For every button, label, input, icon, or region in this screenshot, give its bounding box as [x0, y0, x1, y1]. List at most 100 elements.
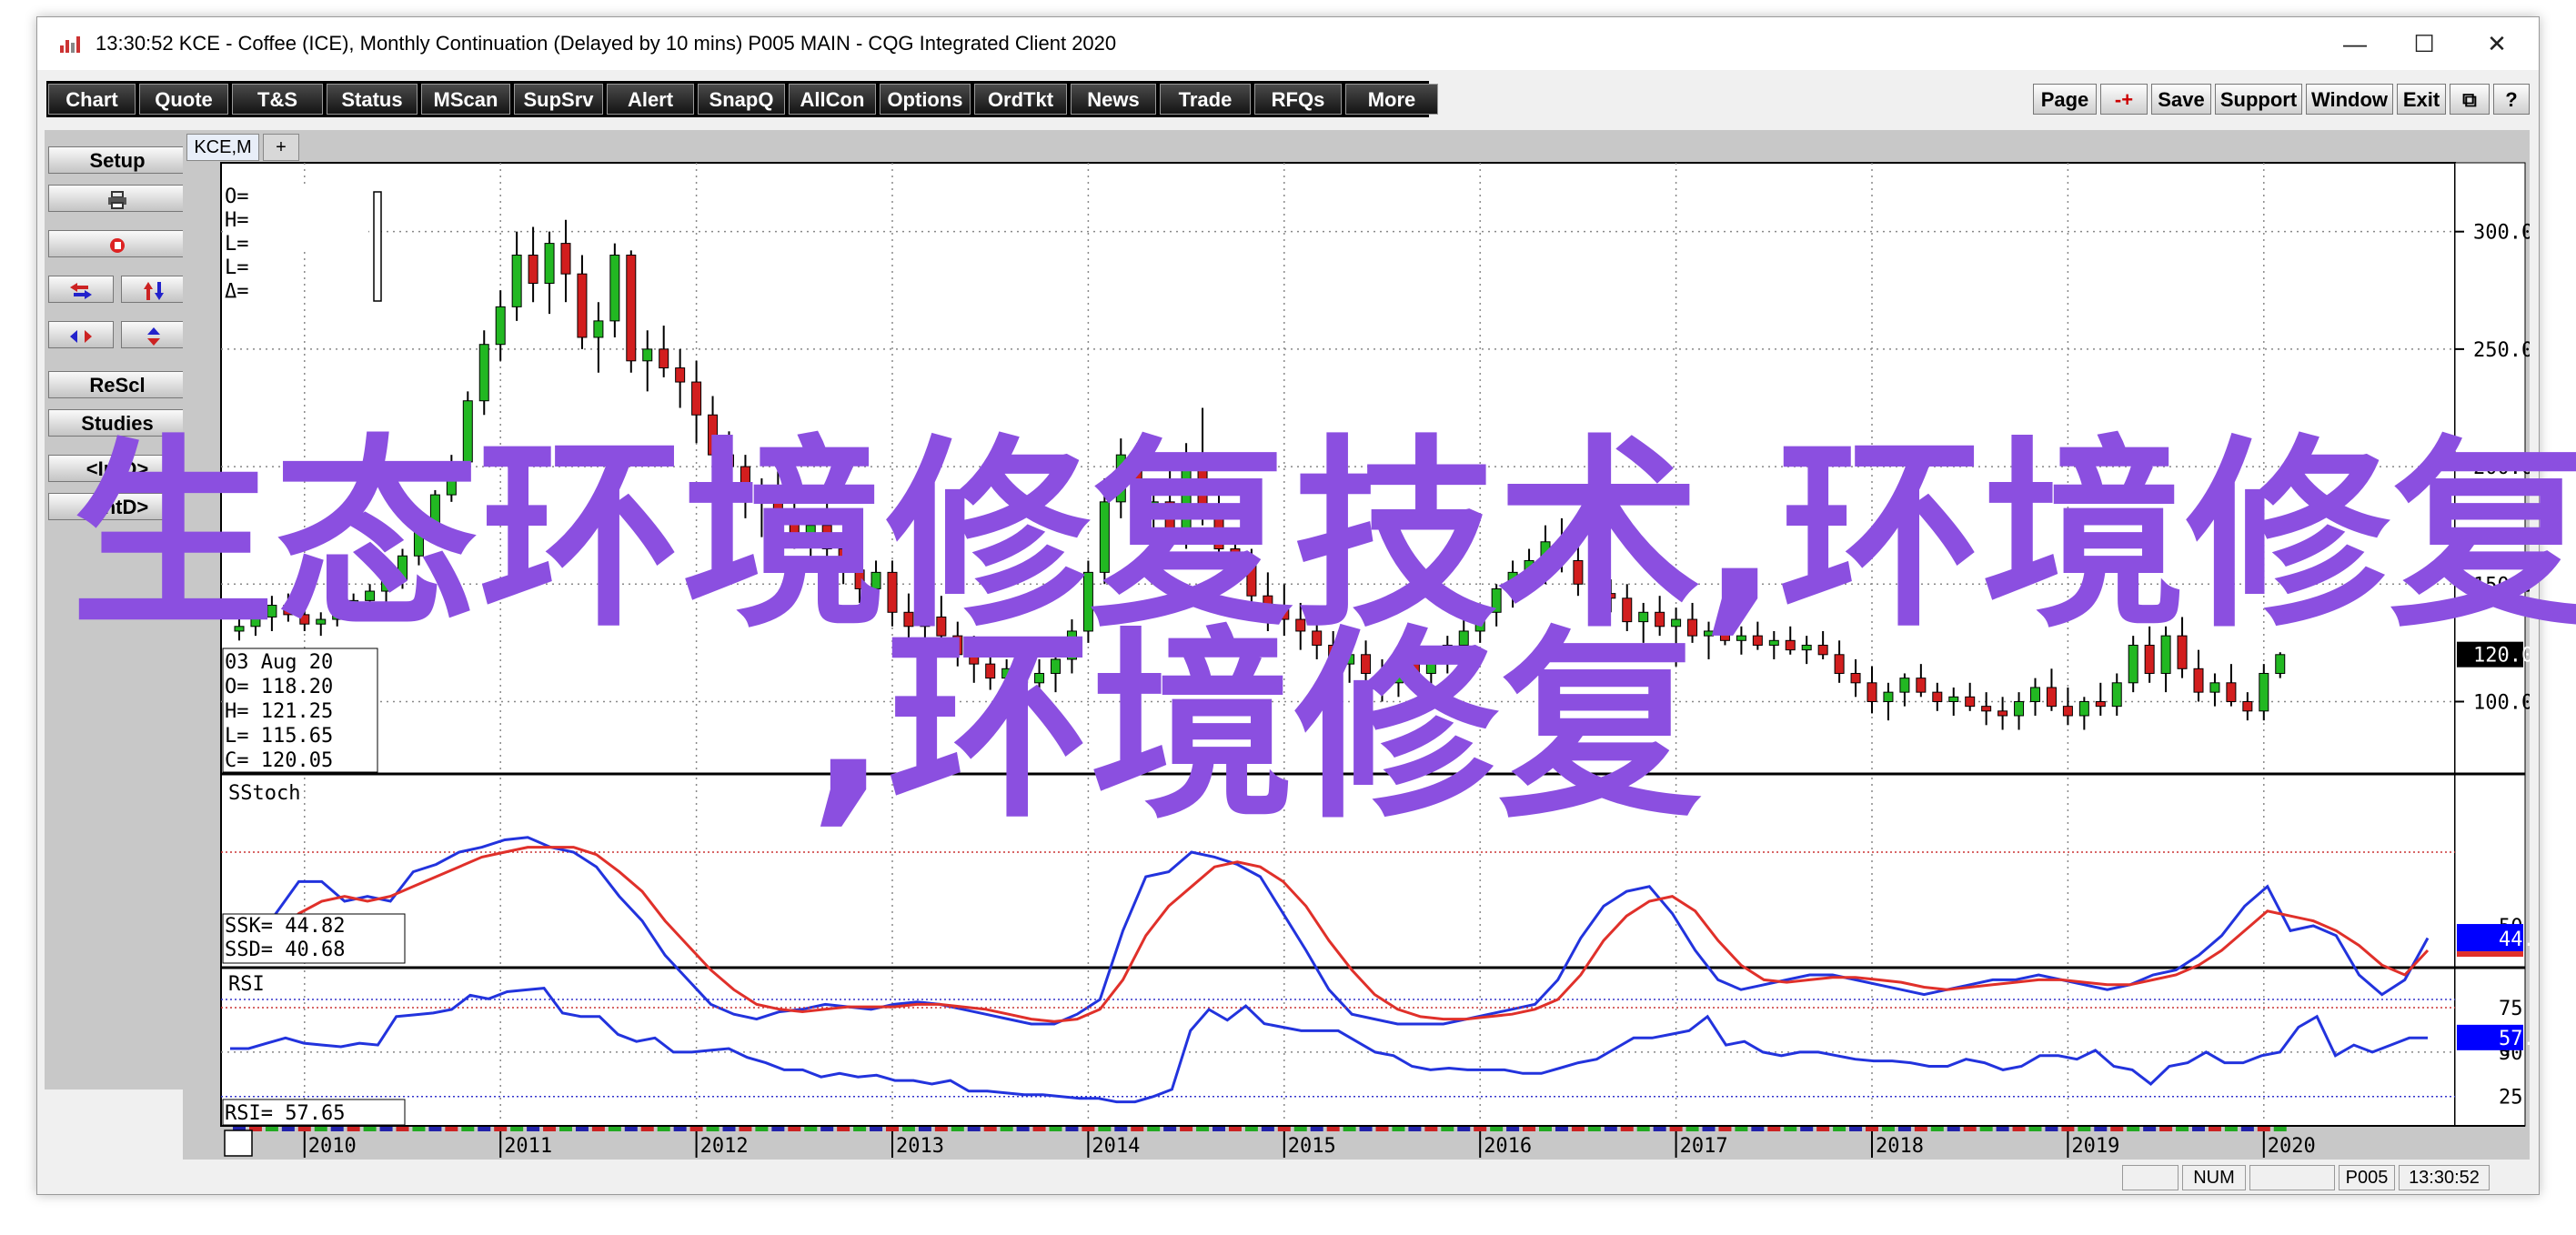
date-strip-mark	[853, 1127, 867, 1131]
scroll-up-down-button[interactable]	[121, 276, 186, 303]
candle-body	[1899, 678, 1910, 693]
candle-body	[2177, 635, 2188, 669]
candle-body	[1115, 454, 1126, 503]
x-tick-label-2013: 2013	[896, 1135, 944, 1158]
date-strip-mark	[1653, 1127, 1666, 1131]
date-strip-mark	[1408, 1127, 1422, 1131]
date-strip-mark	[297, 1127, 311, 1131]
candle-body	[691, 381, 702, 416]
date-strip-mark	[870, 1127, 883, 1131]
menu-ordtkt[interactable]: OrdTkt	[974, 84, 1067, 115]
date-strip-mark	[347, 1127, 360, 1131]
date-strip-mark	[1474, 1127, 1487, 1131]
date-strip-mark	[608, 1127, 621, 1131]
last-price-label: 120.05	[2473, 645, 2530, 668]
menu-more[interactable]: More	[1345, 84, 1438, 115]
candle-body	[1474, 611, 1485, 632]
menu-trade[interactable]: Trade	[1160, 84, 1251, 115]
intd-next-button[interactable]: <IntD>	[48, 493, 186, 520]
date-strip-mark	[412, 1127, 426, 1131]
menu-supsrv[interactable]: SupSrv	[514, 84, 603, 115]
menu-extra-1[interactable]: -+	[2100, 84, 2148, 115]
candle-body	[1099, 501, 1110, 573]
candle-body	[2160, 635, 2171, 674]
date-strip-mark	[1375, 1127, 1389, 1131]
menu-save[interactable]: Save	[2151, 84, 2211, 115]
minimize-button[interactable]: —	[2333, 25, 2377, 63]
x-tick-label-2018: 2018	[1876, 1135, 1924, 1158]
date-strip-mark	[330, 1127, 344, 1131]
menu-status[interactable]: Status	[327, 84, 418, 115]
zoom-vertical-button[interactable]	[121, 321, 186, 348]
date-strip-mark	[1947, 1127, 1960, 1131]
date-strip-mark	[2257, 1127, 2270, 1131]
chart-canvas[interactable]: 2010 2011 2012 2013 2014 2015 2016 2017 2018 2019…	[183, 130, 2530, 1160]
bar-info-line: C= 120.05	[225, 749, 333, 772]
zoom-horizontal-button[interactable]	[48, 321, 114, 348]
menu-alert[interactable]: Alert	[607, 84, 694, 115]
rsi-readout-line: RSI= 57.65	[225, 1102, 345, 1125]
candle-body	[609, 255, 620, 322]
menu-quote[interactable]: Quote	[139, 84, 228, 115]
candle-body	[2078, 700, 2089, 717]
candle-body	[1638, 611, 1649, 623]
menu-snapq[interactable]: SnapQ	[698, 84, 785, 115]
candle-body	[2226, 682, 2237, 702]
date-strip-mark	[1293, 1127, 1307, 1131]
candle-body	[1213, 513, 1224, 550]
candle-body	[626, 255, 637, 362]
date-strip-mark	[1392, 1127, 1405, 1131]
candle-body	[1344, 654, 1355, 665]
date-strip-mark	[983, 1127, 997, 1131]
date-strip-mark	[1767, 1127, 1781, 1131]
candle-body	[870, 571, 881, 589]
candle-body	[1752, 635, 1763, 646]
date-strip-mark	[1457, 1127, 1471, 1131]
record-button[interactable]	[48, 230, 186, 257]
date-strip-mark	[2045, 1127, 2058, 1131]
date-strip-mark	[2192, 1127, 2205, 1131]
candle-body	[1082, 571, 1093, 632]
close-button[interactable]: ✕	[2475, 25, 2519, 63]
date-strip-mark	[1604, 1127, 1617, 1131]
cursor-box-line: L=	[225, 256, 249, 279]
menu-exit[interactable]: Exit	[2397, 84, 2446, 115]
candle-body	[1051, 658, 1061, 674]
candle-body	[1850, 672, 1861, 684]
date-strip-mark	[1555, 1127, 1568, 1131]
date-strip-mark	[640, 1127, 654, 1131]
candle-body	[1034, 672, 1045, 684]
bar-info-line: O= 118.20	[225, 676, 333, 698]
date-strip-mark	[2127, 1127, 2140, 1131]
menu-rfqs[interactable]: RFQs	[1254, 84, 1342, 115]
menu-extra-7[interactable]: ?	[2493, 84, 2530, 115]
print-button[interactable]	[48, 185, 186, 212]
date-strip-mark	[1866, 1127, 1878, 1131]
menu-options[interactable]: Options	[880, 84, 971, 115]
menu-allcon[interactable]: AllCon	[789, 84, 876, 115]
menu-mscan[interactable]: MScan	[421, 84, 510, 115]
menu-window[interactable]: Window	[2306, 84, 2393, 115]
menu-page[interactable]: Page	[2033, 84, 2097, 115]
candle-body	[936, 616, 947, 637]
studies-button[interactable]: Studies	[48, 409, 186, 437]
plot-background	[220, 162, 2456, 1127]
scroll-left-button[interactable]	[48, 276, 114, 303]
candle-body	[1409, 663, 1420, 674]
menu-chart[interactable]: Chart	[48, 84, 136, 115]
date-strip-mark	[1490, 1127, 1504, 1131]
menu-extra-6[interactable]: ⧉	[2450, 84, 2490, 115]
rescale-button[interactable]: ReScl	[48, 371, 186, 398]
date-strip-mark	[1016, 1127, 1030, 1131]
menu-news[interactable]: News	[1071, 84, 1156, 115]
candle-body	[1573, 559, 1584, 585]
date-strip-mark	[1816, 1127, 1830, 1131]
menu-support[interactable]: Support	[2215, 84, 2302, 115]
date-strip-mark	[1147, 1127, 1161, 1131]
setup-button[interactable]: Setup	[48, 146, 186, 174]
menu-t-s[interactable]: T&S	[232, 84, 323, 115]
maximize-button[interactable]: ☐	[2402, 25, 2446, 63]
main-menu-bar: Chart Quote T&S Status MScan SupSrv Alert SnapQ…	[46, 81, 1438, 117]
intd-prev-button[interactable]: <IntD>	[48, 455, 186, 482]
candle-body	[903, 611, 914, 628]
